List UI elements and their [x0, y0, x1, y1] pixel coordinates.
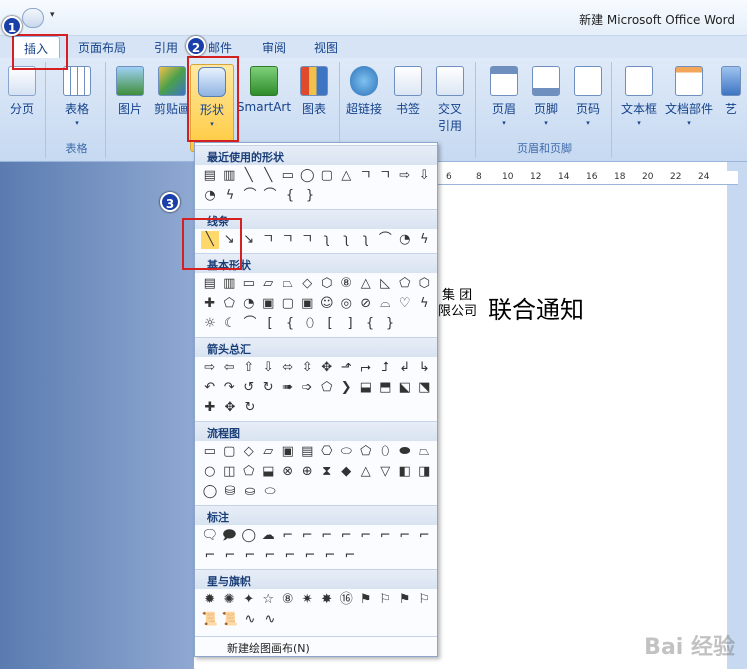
tab-view[interactable]: 视图	[314, 39, 338, 56]
picture-icon	[116, 66, 144, 96]
shape-row-basic-1[interactable]: ▤ ▥ ▭ ▱ ⏢ ◇ ⬡ ⑧ △ ◺ ⬠ ⬡	[201, 275, 433, 293]
group-table: 表格 ▾ 表格	[48, 62, 106, 158]
shape-row-arrows-1[interactable]: ⇨ ⇦ ⇧ ⇩ ⬄ ⇳ ✥ ⬏ ⮣ ⮥ ↲ ↳	[201, 359, 433, 377]
document-background	[0, 162, 194, 669]
shape-row-flowchart-2[interactable]: ○ ◫ ⬠ ⬓ ⊗ ⊕ ⧗ ◆ △ ▽ ◧ ◨	[201, 463, 433, 481]
document-parts-button[interactable]: 文档部件 ▾	[664, 64, 714, 127]
vertical-scrollbar[interactable]	[727, 162, 747, 669]
smartart-icon	[250, 66, 278, 96]
cross-reference-icon	[436, 66, 464, 96]
group-text: 文本框 ▾ 文档部件 ▾ 艺	[614, 62, 747, 158]
shape-row-arrows-3[interactable]: ✚ ✥ ↻	[201, 399, 433, 417]
shape-row-basic-3[interactable]: ☼ ☾ ⌒[{⬯[]{}	[201, 315, 433, 333]
group-header-footer: 页眉 ▾ 页脚 ▾ 页码 ▾ 页眉和页脚	[478, 62, 612, 158]
tab-mailings[interactable]: 邮件	[208, 39, 232, 56]
document-logo-text: 集 团 限公司	[438, 288, 478, 319]
shape-row-flowchart-3[interactable]: ◯ ⛁ ⛀ ⬭	[201, 483, 433, 501]
window-title: 新建 Microsoft Office Word	[579, 13, 735, 27]
horizontal-ruler[interactable]: 6 8 10 12 14 16 18 20 22 24	[438, 171, 738, 185]
page-break-button[interactable]: 分页	[0, 64, 44, 117]
chart-button[interactable]: 图表	[292, 64, 336, 117]
chart-icon	[300, 66, 328, 96]
shape-row-stars-2[interactable]: 📜 📜 ∿ ∿	[201, 611, 433, 629]
step-badge-1: 1	[2, 16, 22, 36]
shape-row-arrows-2[interactable]: ↶ ↷ ↺ ↻ ➠ ➩ ⬠ ❯ ⬓ ⬒ ⬕ ⬔	[201, 379, 433, 397]
section-recent-shapes: 最近使用的形状	[195, 145, 437, 165]
title-bar: ▾ 新建 Microsoft Office Word	[0, 0, 747, 36]
baidu-watermark: Bai 经验	[644, 635, 735, 660]
shape-row-callouts-2[interactable]: ⌐ ⌐ ⌐ ⌐ ⌐ ⌐ ⌐ ⌐	[201, 547, 433, 565]
shape-row-stars-1[interactable]: ✹ ✺ ✦ ☆ ⑧ ✷ ✸ ⑯ ⚑ ⚐ ⚑ ⚐	[201, 591, 433, 609]
shape-row-recent-2[interactable]: ◔ ϟ ⌒ ⌒{}	[201, 187, 433, 205]
tab-review[interactable]: 审阅	[262, 39, 286, 56]
document-page[interactable]	[438, 162, 738, 669]
header-button[interactable]: 页眉 ▾	[482, 64, 526, 127]
footer-button[interactable]: 页脚 ▾	[524, 64, 568, 127]
highlight-insert-tab	[12, 34, 68, 70]
document-heading[interactable]: 联合通知	[488, 290, 584, 325]
shape-row-callouts-1[interactable]: 🗨 🗩 ◯ ☁ ⌐ ⌐ ⌐ ⌐ ⌐ ⌐ ⌐ ⌐	[201, 527, 433, 545]
textbox-icon	[625, 66, 653, 96]
ribbon-tabs: 插入 页面布局 引用 邮件 审阅 视图	[0, 36, 747, 60]
table-icon	[63, 66, 91, 96]
section-callouts: 标注	[195, 505, 437, 525]
bookmark-button[interactable]: 书签	[386, 64, 430, 117]
highlight-shapes-button	[187, 56, 239, 142]
wordart-icon	[721, 66, 741, 96]
bookmark-icon	[394, 66, 422, 96]
page-number-icon	[574, 66, 602, 96]
cross-reference-button[interactable]: 交叉 引用	[428, 64, 472, 134]
tab-references[interactable]: 引用	[154, 39, 178, 56]
section-stars-banners: 星与旗帜	[195, 569, 437, 589]
header-icon	[490, 66, 518, 96]
globe-icon	[350, 66, 378, 96]
wordart-button[interactable]: 艺	[716, 64, 746, 117]
office-button[interactable]	[22, 8, 44, 28]
shape-row-flowchart-1[interactable]: ▭ ▢ ◇ ▱ ▣ ▤ ⎔ ⬭ ⬠ ⬯ ⬬ ⏢	[201, 443, 433, 461]
step-badge-3: 3	[160, 192, 180, 212]
step-badge-2: 2	[186, 36, 206, 56]
page-number-button[interactable]: 页码 ▾	[566, 64, 610, 127]
quick-access-dropdown-icon[interactable]: ▾	[50, 10, 55, 20]
picture-button[interactable]: 图片	[108, 64, 152, 117]
document-parts-icon	[675, 66, 703, 96]
page-break-icon	[8, 66, 36, 96]
tab-page-layout[interactable]: 页面布局	[78, 39, 126, 56]
footer-icon	[532, 66, 560, 96]
table-button[interactable]: 表格 ▾	[55, 64, 99, 127]
shape-row-recent-1[interactable]: ▤ ▥ ╲ ╲ ▭ ◯ ▢ △ ㄱㄱ ⇨ ⇩	[201, 167, 433, 185]
group-label-header-footer: 页眉和页脚	[517, 142, 572, 155]
highlight-line-shape	[182, 218, 242, 270]
section-flowchart: 流程图	[195, 421, 437, 441]
section-block-arrows: 箭头总汇	[195, 337, 437, 357]
textbox-button[interactable]: 文本框 ▾	[616, 64, 662, 127]
group-pages: 分页	[0, 62, 46, 158]
shape-row-basic-2[interactable]: ✚ ⬠ ◔ ▣ ▢ ▣ ☺ ◎ ⊘ ⌓ ♡ ϟ	[201, 295, 433, 313]
hyperlink-button[interactable]: 超链接	[342, 64, 386, 117]
group-label-table: 表格	[65, 142, 88, 155]
smartart-button[interactable]: SmartArt	[236, 64, 292, 114]
new-drawing-canvas-item[interactable]: 新建绘图画布(N)	[195, 636, 437, 656]
clipart-icon	[158, 66, 186, 96]
